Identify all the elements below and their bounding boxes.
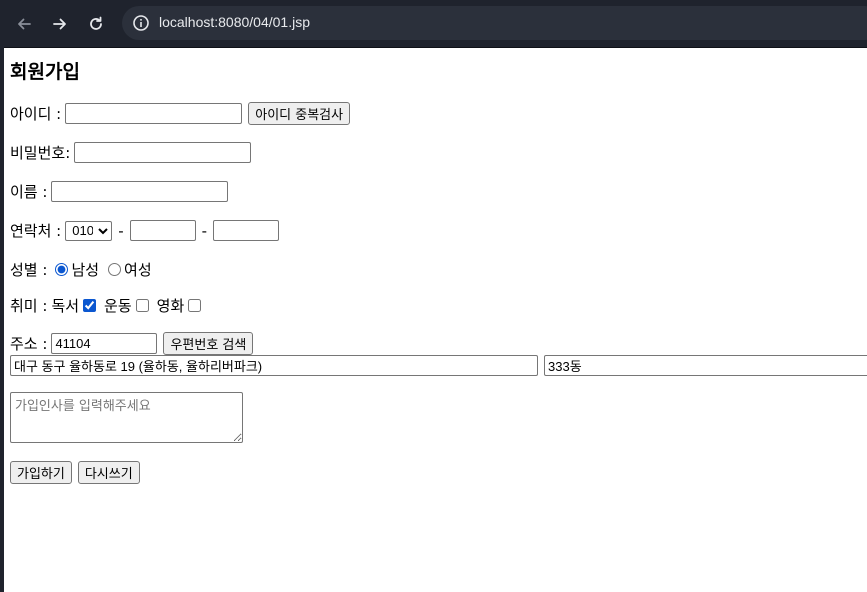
reload-icon[interactable]: [82, 10, 110, 38]
phone-middle-input[interactable]: [129, 220, 196, 241]
zipcode-input[interactable]: [51, 333, 158, 354]
password-label: 비밀번호:: [10, 144, 71, 162]
page-title: 회원가입: [10, 61, 80, 83]
address-line2-input[interactable]: [544, 355, 867, 376]
gender-female-radio[interactable]: [108, 263, 122, 276]
hobby-reading-checkbox[interactable]: [83, 299, 97, 312]
gender-row: 성별 : 남성 여성: [10, 259, 152, 280]
address-detail-row: [10, 355, 867, 376]
phone-prefix-select[interactable]: 010: [65, 220, 113, 241]
browser-toolbar: localhost:8080/04/01.jsp: [0, 0, 867, 48]
hobby-exercise-checkbox[interactable]: [135, 299, 149, 312]
phone-row: 연락처 : 010 - -: [10, 220, 280, 241]
site-info-icon[interactable]: [132, 14, 150, 32]
hobby-movie-label: 영화: [156, 297, 185, 315]
gender-male-label: 남성: [71, 261, 100, 279]
greeting-textarea[interactable]: [10, 392, 243, 443]
zipcode-search-button[interactable]: 우편번호 검색: [163, 332, 254, 355]
gender-label: 성별 :: [10, 261, 48, 279]
gender-male-radio[interactable]: [55, 263, 69, 276]
url-text: localhost:8080/04/01.jsp: [159, 14, 310, 30]
password-row: 비밀번호:: [10, 142, 252, 163]
address-row: 주소 : 우편번호 검색: [10, 332, 254, 355]
id-input[interactable]: [65, 103, 243, 124]
name-input[interactable]: [51, 181, 229, 202]
address-bar[interactable]: localhost:8080/04/01.jsp: [122, 6, 867, 40]
forward-arrow-icon[interactable]: [46, 10, 74, 38]
hobby-reading-label: 독서: [51, 297, 80, 315]
name-row: 이름 :: [10, 181, 229, 202]
reset-button[interactable]: 다시쓰기: [77, 461, 140, 484]
phone-separator: -: [201, 221, 208, 240]
hobby-row: 취미 : 독서 운동 영화: [10, 295, 204, 316]
submit-button[interactable]: 가입하기: [10, 461, 72, 484]
phone-last-input[interactable]: [213, 220, 280, 241]
id-label: 아이디 :: [10, 105, 62, 123]
back-arrow-icon[interactable]: [10, 10, 38, 38]
id-check-button[interactable]: 아이디 중복검사: [248, 102, 351, 125]
hobby-exercise-label: 운동: [104, 297, 132, 315]
hobby-label: 취미 :: [10, 297, 48, 315]
phone-label: 연락처 :: [10, 222, 62, 240]
name-label: 이름 :: [10, 183, 48, 201]
signup-page: 회원가입 아이디 : 아이디 중복검사 비밀번호: 이름 : 연락처 : 010…: [10, 47, 867, 592]
phone-separator: -: [118, 221, 124, 240]
form-actions: 가입하기 다시쓰기: [10, 461, 140, 484]
gender-female-label: 여성: [124, 261, 152, 279]
id-row: 아이디 : 아이디 중복검사: [10, 102, 351, 125]
password-input[interactable]: [74, 142, 252, 163]
address-label: 주소 :: [10, 335, 48, 353]
hobby-movie-checkbox[interactable]: [188, 299, 202, 312]
window-edge: [0, 47, 4, 592]
address-line1-input[interactable]: [10, 355, 538, 376]
